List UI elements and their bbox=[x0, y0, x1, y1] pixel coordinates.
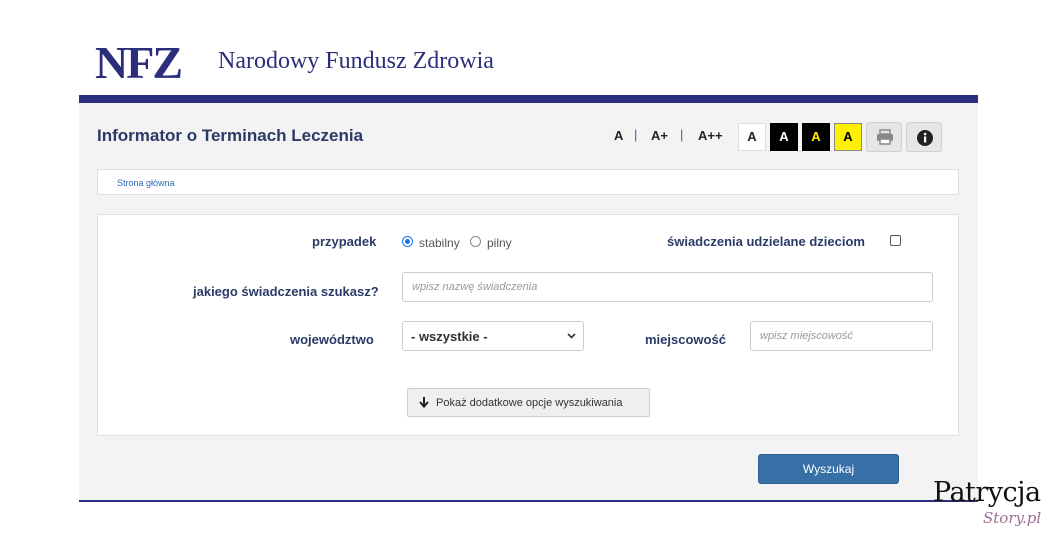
contrast-black-white-button[interactable]: A bbox=[770, 123, 798, 151]
separator: | bbox=[680, 127, 684, 142]
children-checkbox[interactable] bbox=[890, 235, 901, 246]
info-button[interactable] bbox=[906, 122, 942, 152]
contrast-black-yellow-button[interactable]: A bbox=[802, 123, 830, 151]
case-urgent-label[interactable]: pilny bbox=[487, 236, 512, 250]
breadcrumb-home-link[interactable]: Strona główna bbox=[117, 178, 175, 188]
print-icon bbox=[877, 129, 893, 145]
case-stable-label[interactable]: stabilny bbox=[419, 236, 460, 250]
page-title: Informator o Terminach Leczenia bbox=[97, 126, 364, 145]
header-bar bbox=[79, 95, 978, 103]
service-input[interactable] bbox=[402, 272, 933, 302]
breadcrumb: Strona główna bbox=[97, 169, 959, 195]
chevron-down-icon bbox=[567, 333, 576, 339]
org-name: Narodowy Fundusz Zdrowia bbox=[218, 48, 494, 74]
font-size-normal-button[interactable]: A bbox=[614, 128, 623, 143]
separator: | bbox=[634, 127, 638, 142]
arrow-down-icon bbox=[419, 397, 429, 408]
voivodeship-label: województwo bbox=[290, 332, 374, 347]
font-size-large-button[interactable]: A+ bbox=[651, 128, 668, 143]
contrast-yellow-black-button[interactable]: A bbox=[834, 123, 862, 151]
watermark-site: Story.pl bbox=[983, 509, 1042, 527]
watermark-name: Patrycja bbox=[933, 477, 1041, 508]
voivodeship-select[interactable]: - wszystkie - bbox=[402, 321, 584, 351]
info-icon bbox=[917, 130, 933, 146]
more-options-label: Pokaż dodatkowe opcje wyszukiwania bbox=[436, 397, 623, 409]
print-button[interactable] bbox=[866, 122, 902, 152]
footer-bar bbox=[79, 500, 978, 502]
nfz-logo[interactable]: NFZ bbox=[95, 40, 183, 86]
city-label: miejscowość bbox=[645, 332, 726, 347]
contrast-default-button[interactable]: A bbox=[738, 123, 766, 151]
font-size-xlarge-button[interactable]: A++ bbox=[698, 128, 723, 143]
case-stable-radio[interactable] bbox=[402, 236, 413, 247]
case-label: przypadek bbox=[312, 234, 377, 249]
service-label: jakiego świadczenia szukasz? bbox=[193, 284, 379, 299]
voivodeship-value: - wszystkie - bbox=[411, 329, 488, 344]
search-button[interactable]: Wyszukaj bbox=[758, 454, 899, 484]
more-options-button[interactable]: Pokaż dodatkowe opcje wyszukiwania bbox=[407, 388, 650, 417]
children-label: świadczenia udzielane dzieciom bbox=[667, 234, 865, 249]
case-urgent-radio[interactable] bbox=[470, 236, 481, 247]
city-input[interactable] bbox=[750, 321, 933, 351]
